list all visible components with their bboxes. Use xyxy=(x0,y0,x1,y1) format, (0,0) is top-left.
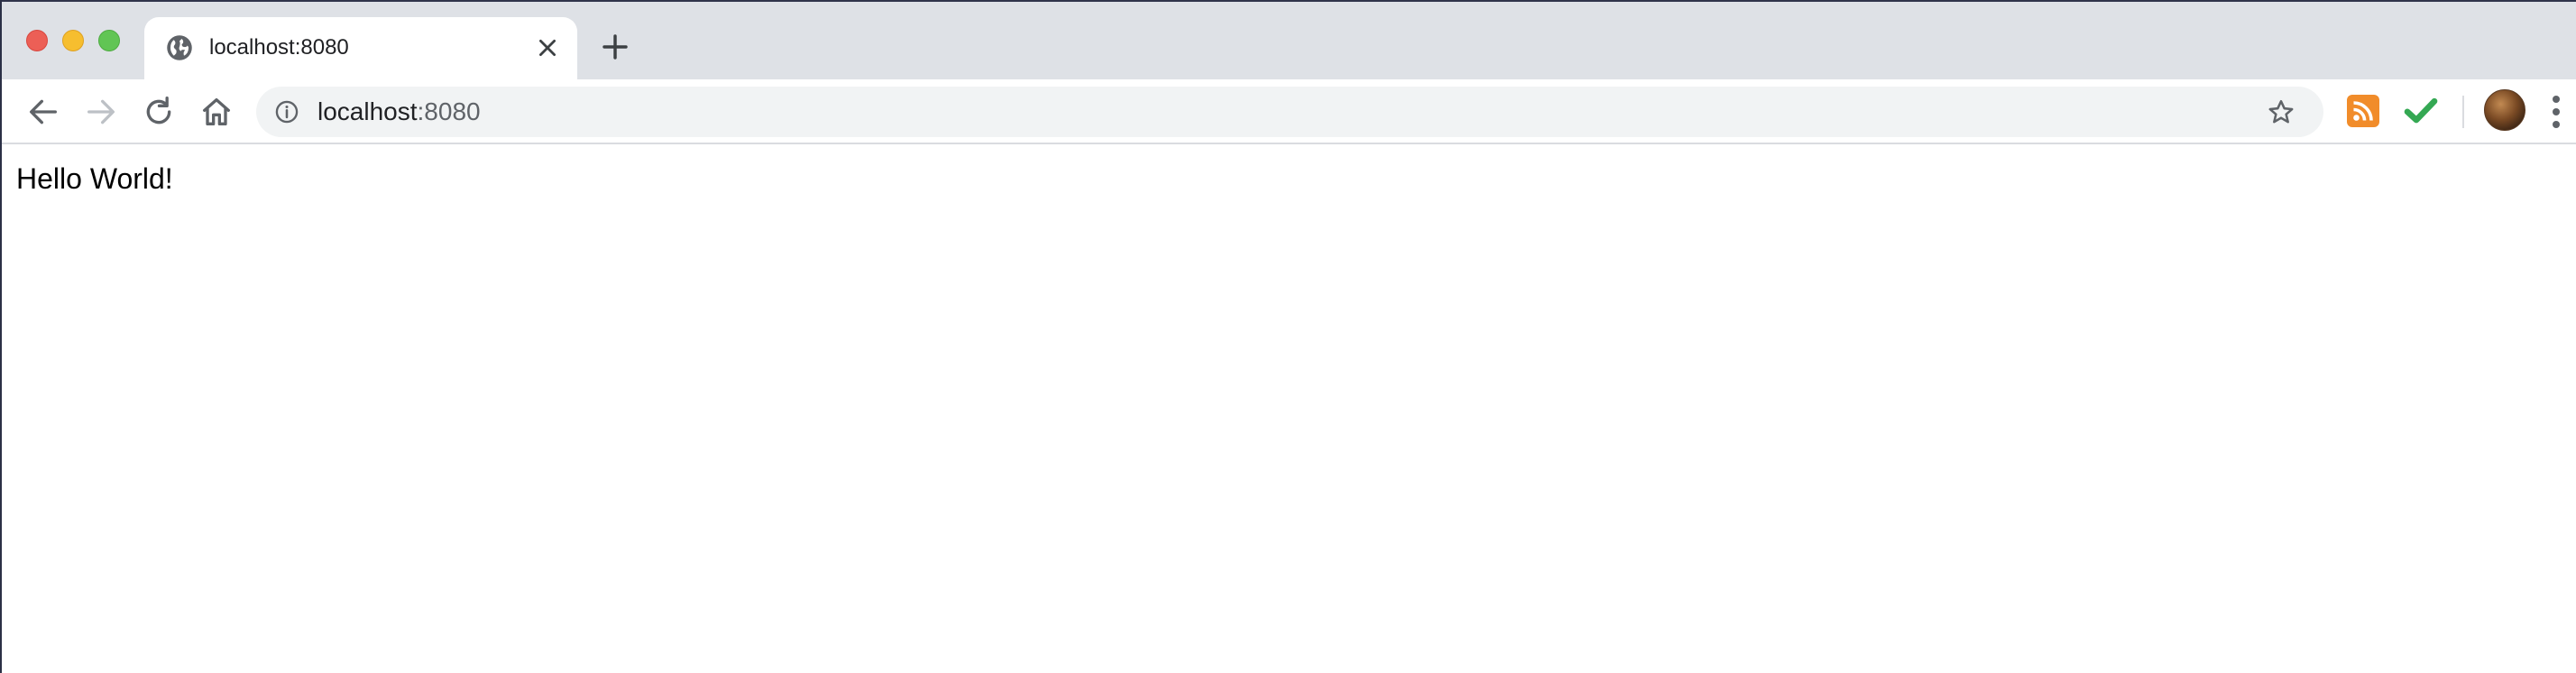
avatar[interactable] xyxy=(2484,89,2525,131)
check-extension-button[interactable] xyxy=(2403,93,2439,129)
forward-arrow-icon xyxy=(87,99,115,124)
window-minimize-button[interactable] xyxy=(62,30,84,51)
toolbar-divider xyxy=(2462,96,2464,128)
url-port: :8080 xyxy=(417,97,481,125)
tab-strip: localhost:8080 xyxy=(2,0,2576,81)
back-button[interactable] xyxy=(25,94,61,130)
back-arrow-icon xyxy=(30,99,57,124)
close-icon[interactable] xyxy=(536,36,559,60)
rss-extension-button[interactable] xyxy=(2347,95,2379,127)
page-content: Hello World! xyxy=(2,144,2576,673)
browser-toolbar: localhost:8080 xyxy=(2,79,2576,144)
reload-icon xyxy=(146,97,171,124)
hello-text: Hello World! xyxy=(16,162,173,195)
home-icon xyxy=(203,98,230,125)
forward-button[interactable] xyxy=(83,94,119,130)
url-text[interactable]: localhost:8080 xyxy=(317,97,481,127)
tab-active[interactable]: localhost:8080 xyxy=(144,17,577,81)
info-icon[interactable] xyxy=(274,99,299,124)
address-bar[interactable]: localhost:8080 xyxy=(256,87,2323,137)
star-icon[interactable] xyxy=(2266,97,2296,128)
rss-icon xyxy=(2353,101,2373,121)
checkmark-icon xyxy=(2404,97,2438,124)
window-maximize-button[interactable] xyxy=(98,30,120,51)
url-host: localhost xyxy=(317,97,418,125)
reload-button[interactable] xyxy=(141,94,177,130)
browser-window: localhost:8080 localhost:8080 Hello Worl… xyxy=(0,0,2576,673)
globe-icon xyxy=(167,35,192,60)
plus-icon[interactable] xyxy=(601,32,630,61)
home-button[interactable] xyxy=(198,94,235,130)
tab-title: localhost:8080 xyxy=(209,35,349,60)
more-vertical-icon[interactable] xyxy=(2549,94,2563,130)
window-close-button[interactable] xyxy=(26,30,48,51)
